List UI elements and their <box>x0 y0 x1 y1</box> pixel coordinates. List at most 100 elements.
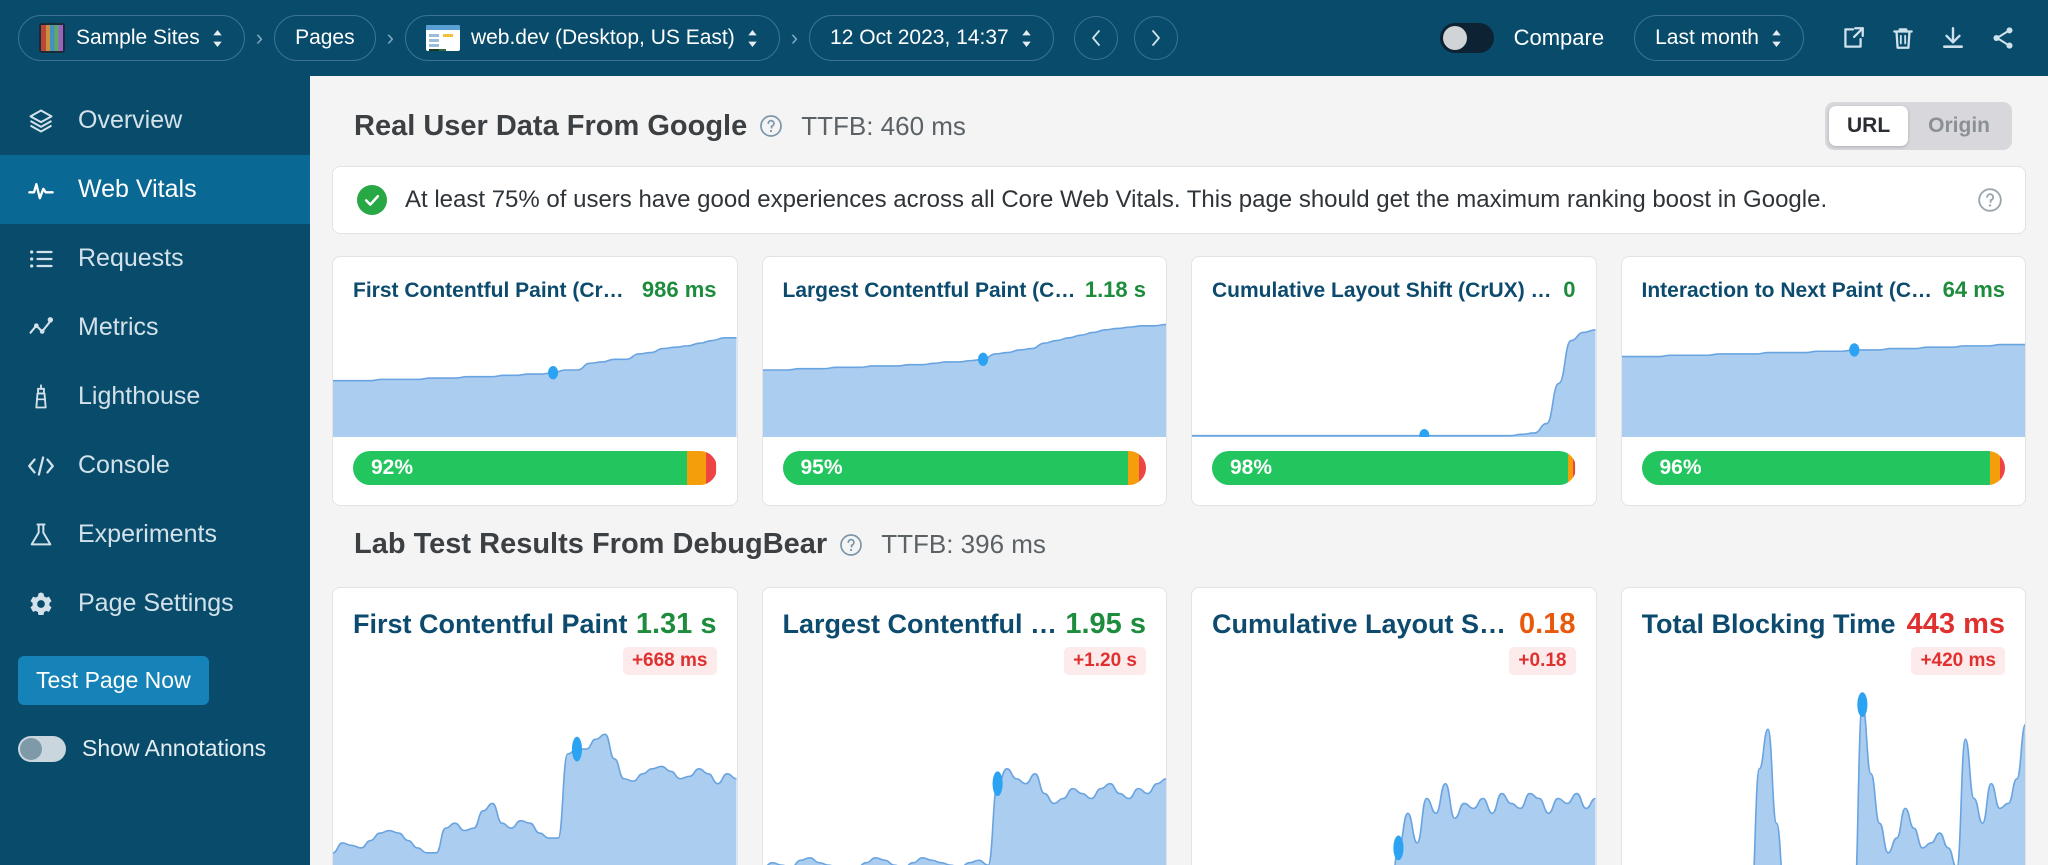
show-annotations-label: Show Annotations <box>82 735 267 761</box>
crux-distribution-bar-wrap: 98% <box>1192 437 1596 505</box>
show-annotations-knob <box>20 737 42 760</box>
breadcrumb-page-selector[interactable]: web.dev (Desktop, US East) <box>404 15 780 61</box>
gear-icon <box>26 589 56 619</box>
previous-test-button[interactable] <box>1073 16 1118 60</box>
show-annotations-toggle[interactable]: Show Annotations <box>18 735 310 762</box>
open-external-button[interactable] <box>1830 15 1876 61</box>
crux-distribution-bar: 98% <box>1212 451 1576 485</box>
lab-metric-card[interactable]: First Contentful Paint 1.31 s +668 ms <box>332 587 738 865</box>
lab-card-delta: +0.18 <box>1509 647 1576 675</box>
lab-card-title: Largest Contentful Paint <box>782 609 1060 639</box>
crux-metric-card[interactable]: Cumulative Layout Shift (CrUX) — URL 0 98% <box>1191 256 1597 506</box>
lab-ttfb: TTFB: 396 ms <box>881 529 1046 559</box>
main-content: Real User Data From Google TTFB: 460 ms … <box>310 76 2048 865</box>
lab-section-title: Lab Test Results From DebugBear <box>354 528 828 560</box>
sidebar-item-label: Console <box>78 451 170 479</box>
bar-poor-segment <box>1138 451 1146 485</box>
help-icon[interactable] <box>839 533 863 557</box>
compare-toggle[interactable] <box>1439 23 1494 53</box>
core-web-vitals-banner: At least 75% of users have good experien… <box>332 166 2026 234</box>
bar-needs-improvement-segment <box>687 451 706 485</box>
show-annotations-switch[interactable] <box>18 735 66 762</box>
segment-origin[interactable]: Origin <box>1910 106 2008 146</box>
crux-section-header: Real User Data From Google TTFB: 460 ms … <box>332 76 2026 166</box>
crux-distribution-bar-wrap: 95% <box>763 437 1167 505</box>
sidebar-item-label: Experiments <box>78 520 217 548</box>
crux-metric-card[interactable]: First Contentful Paint (CrUX) — U…986 ms… <box>332 256 738 506</box>
sidebar-item-label: Metrics <box>78 313 159 341</box>
card-header: Largest Contentful Paint (CrUX) — …1.18 … <box>763 257 1167 303</box>
card-header: Cumulative Layout Shift (CrUX) — URL 0 <box>1192 257 1596 303</box>
lab-card-value: 1.95 s <box>1065 608 1146 640</box>
breadcrumb-site-selector[interactable]: Sample Sites <box>18 15 245 61</box>
crux-metric-card[interactable]: Interaction to Next Paint (CrUX) — …64 m… <box>1620 256 2026 506</box>
test-page-now-button[interactable]: Test Page Now <box>18 656 209 705</box>
top-bar: Sample Sites › Pages › web.dev (Desktop,… <box>0 0 2048 76</box>
sidebar-item-experiments[interactable]: Experiments <box>0 500 310 569</box>
sidebar-item-label: Lighthouse <box>78 382 201 410</box>
date-range-selector[interactable]: Last month <box>1634 15 1804 61</box>
bar-poor-segment <box>705 451 717 485</box>
segment-url[interactable]: URL <box>1828 106 1909 146</box>
date-range-label: Last month <box>1655 26 1759 49</box>
lab-card-title: Cumulative Layout Shift <box>1212 609 1514 639</box>
lab-sparkline-chart <box>1192 675 1596 865</box>
download-button[interactable] <box>1930 15 1976 61</box>
banner-message: At least 75% of users have good experien… <box>405 186 1828 213</box>
crux-distribution-bar: 95% <box>782 451 1146 485</box>
sidebar-item-console[interactable]: Console <box>0 431 310 500</box>
crux-card-title: Interaction to Next Paint (CrUX) — … <box>1641 279 1937 302</box>
next-test-button[interactable] <box>1133 16 1178 60</box>
crux-ttfb: TTFB: 460 ms <box>801 110 966 141</box>
sidebar-item-lighthouse[interactable]: Lighthouse <box>0 362 310 431</box>
lab-delta-wrap: +1.20 s <box>763 641 1167 675</box>
bar-good-segment: 98% <box>1212 451 1569 485</box>
sidebar-item-overview[interactable]: Overview <box>0 86 310 155</box>
lab-card-title: Total Blocking Time <box>1641 609 1896 639</box>
crux-metric-card[interactable]: Largest Contentful Paint (CrUX) — …1.18 … <box>761 256 1167 506</box>
bar-needs-improvement-segment <box>1127 451 1139 485</box>
lab-metric-card[interactable]: Cumulative Layout Shift 0.18 +0.18 <box>1191 587 1597 865</box>
bar-poor-segment <box>1999 451 2005 485</box>
lab-section-header: Lab Test Results From DebugBear TTFB: 39… <box>332 506 2026 569</box>
site-thumbnail-icon <box>39 23 65 53</box>
crux-good-percent: 95% <box>800 456 843 479</box>
sidebar-item-label: Overview <box>78 106 183 134</box>
crux-card-title: Cumulative Layout Shift (CrUX) — URL <box>1212 279 1557 302</box>
crux-card-value: 0 <box>1563 277 1576 302</box>
help-icon[interactable] <box>759 114 783 138</box>
breadcrumb-pages[interactable]: Pages <box>274 15 376 61</box>
help-icon[interactable] <box>1977 187 2003 213</box>
breadcrumb-pages-label: Pages <box>295 26 355 49</box>
card-header: First Contentful Paint (CrUX) — U…986 ms <box>333 257 737 303</box>
compare-label: Compare <box>1513 25 1605 50</box>
card-header: Total Blocking Time 443 ms <box>1622 588 2026 641</box>
lab-metric-card[interactable]: Total Blocking Time 443 ms +420 ms <box>1620 587 2026 865</box>
sidebar-item-requests[interactable]: Requests <box>0 224 310 293</box>
lab-card-delta: +668 ms <box>622 647 717 675</box>
share-button[interactable] <box>1980 15 2026 61</box>
crux-distribution-bar-wrap: 92% <box>333 437 737 505</box>
card-header: First Contentful Paint 1.31 s <box>333 588 737 641</box>
chevron-up-down-icon <box>1021 29 1031 47</box>
chevron-up-down-icon <box>747 29 757 47</box>
app-body: Overview Web Vitals Requests Metrics Lig… <box>0 76 2048 865</box>
chevron-right-icon <box>1151 30 1160 46</box>
sidebar-item-metrics[interactable]: Metrics <box>0 293 310 362</box>
lab-metric-card[interactable]: Largest Contentful Paint1.95 s +1.20 s <box>761 587 1167 865</box>
crux-good-percent: 98% <box>1230 456 1273 479</box>
sidebar-item-label: Web Vitals <box>78 175 197 203</box>
url-origin-toggle[interactable]: URL Origin <box>1824 102 2012 150</box>
layers-icon <box>26 106 56 136</box>
breadcrumb-separator: › <box>386 25 394 50</box>
sidebar-item-web-vitals[interactable]: Web Vitals <box>0 155 310 224</box>
sidebar-item-label: Requests <box>78 244 184 272</box>
test-datetime-label: 12 Oct 2023, 14:37 <box>830 26 1009 49</box>
bar-good-segment: 96% <box>1641 451 1991 485</box>
crux-distribution-bar: 96% <box>1641 451 2005 485</box>
delete-button[interactable] <box>1880 15 1926 61</box>
list-icon <box>26 244 56 274</box>
sidebar-item-page-settings[interactable]: Page Settings <box>0 569 310 638</box>
download-icon <box>1943 27 1963 48</box>
test-datetime-selector[interactable]: 12 Oct 2023, 14:37 <box>809 15 1054 61</box>
